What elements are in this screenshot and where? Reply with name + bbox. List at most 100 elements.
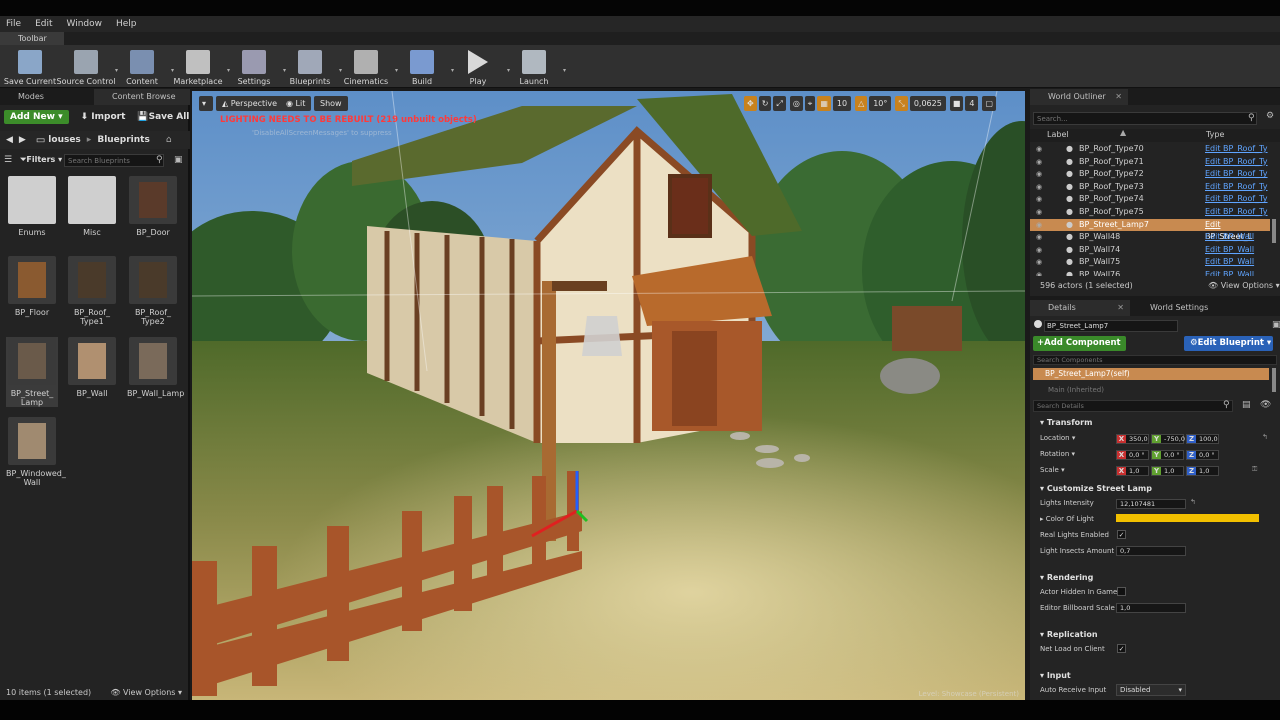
visibility-eye-icon[interactable]: ◉ xyxy=(1036,206,1042,219)
tab-details[interactable]: Details ✕ xyxy=(1030,300,1130,316)
surface-snap-icon[interactable]: ⌖ xyxy=(804,96,816,111)
outliner-row[interactable]: ◉ ● BP_Wall75 Edit BP_Wall xyxy=(1030,256,1270,269)
visibility-eye-icon[interactable]: ◉ xyxy=(1036,156,1042,169)
toolbar-play-button[interactable]: Play ▾ xyxy=(450,45,510,88)
toolbar-build-button[interactable]: Build ▾ xyxy=(394,45,454,88)
grid-snap-icon[interactable]: ▦ xyxy=(817,96,831,111)
location-label[interactable]: Location ▾ xyxy=(1040,434,1075,442)
reset-location-icon[interactable]: ↰ xyxy=(1262,433,1268,441)
visibility-eye-icon[interactable]: ◉ xyxy=(1036,256,1042,269)
lights-intensity-field[interactable]: 12,107481 xyxy=(1116,499,1186,509)
loc-x-field[interactable]: X 350,0 xyxy=(1116,434,1149,444)
show-button[interactable]: Show xyxy=(314,96,348,111)
outliner-row[interactable]: ◉ ● BP_Street_Lamp7 Edit BP_Street_L xyxy=(1030,218,1270,241)
asset-item[interactable]: BP_Roof_ Type1 xyxy=(66,256,118,326)
maximize-icon[interactable]: ▢ xyxy=(982,96,997,111)
asset-item[interactable]: BP_Wall xyxy=(66,337,118,398)
toolbar-save-button[interactable]: Save Current xyxy=(2,45,58,88)
lock-icon[interactable]: ▣ xyxy=(174,155,183,165)
rotation-snap-value[interactable]: 10° xyxy=(869,96,892,111)
breadcrumb-current[interactable]: Blueprints xyxy=(97,135,150,145)
light-color-swatch[interactable] xyxy=(1116,514,1259,522)
grid-size-value[interactable]: 10 xyxy=(832,96,852,111)
search-details-input[interactable] xyxy=(1033,400,1233,412)
outliner-row[interactable]: ◉ ● BP_Roof_Type74 Edit BP_Roof_Ty xyxy=(1030,193,1270,206)
outliner-scrollbar[interactable] xyxy=(1272,219,1276,243)
rotate-icon[interactable]: ↻ xyxy=(758,96,772,111)
visibility-eye-icon[interactable]: ◉ xyxy=(1036,143,1042,156)
actor-name-field[interactable]: BP_Street_Lamp7 xyxy=(1044,320,1178,332)
close-icon[interactable]: ✕ xyxy=(1115,89,1122,105)
component-self-item[interactable]: BP_Street_Lamp7(self) xyxy=(1033,368,1269,380)
outliner-search-input[interactable] xyxy=(1033,112,1257,125)
translate-icon[interactable]: ✥ xyxy=(744,96,757,111)
add-new-button[interactable]: Add New ▾ xyxy=(4,110,69,124)
visibility-eye-icon[interactable]: 👁 xyxy=(1260,400,1271,410)
section-input[interactable]: ▾ Input xyxy=(1032,669,1278,682)
outliner-row[interactable]: ◉ ● BP_Roof_Type71 Edit BP_Roof_Ty xyxy=(1030,156,1270,169)
outliner-row[interactable]: ◉ ● BP_Roof_Type72 Edit BP_Roof_Ty xyxy=(1030,168,1270,181)
scale-snap-icon[interactable]: ⤡ xyxy=(895,96,908,111)
visibility-eye-icon[interactable]: ◉ xyxy=(1036,244,1042,257)
scl-x-field[interactable]: X 1,0 xyxy=(1116,466,1149,476)
toolbar-settings-button[interactable]: Settings ▾ xyxy=(226,45,286,88)
asset-item[interactable]: BP_Roof_ Type2 xyxy=(127,256,179,326)
back-arrow-icon[interactable]: ◀ xyxy=(6,135,13,145)
actor-type-link[interactable]: Edit BP_Roof_Ty xyxy=(1205,156,1268,169)
loc-y-field[interactable]: Y -750,0 xyxy=(1151,434,1185,444)
search-components-input[interactable] xyxy=(1033,355,1277,365)
dropdown-arrow-icon[interactable]: ▾ xyxy=(563,67,566,74)
real-lights-checkbox[interactable]: ✓ xyxy=(1117,530,1126,539)
perspective-button[interactable]: ◭ Perspective xyxy=(216,96,284,111)
asset-item[interactable]: BP_Windowed_ Wall xyxy=(6,417,66,487)
add-component-button[interactable]: +Add Component ▾ xyxy=(1033,336,1126,363)
lock-icon[interactable]: ▣ xyxy=(1272,320,1280,330)
asset-item[interactable]: BP_Street_ Lamp xyxy=(6,337,58,407)
outliner-settings-icon[interactable]: ⚙ xyxy=(1266,111,1274,121)
tab-world-outliner[interactable]: World Outliner ✕ xyxy=(1030,89,1128,105)
visibility-eye-icon[interactable]: ◉ xyxy=(1036,193,1042,206)
outliner-row[interactable]: ◉ ● BP_Roof_Type75 Edit BP_Roof_Ty xyxy=(1030,206,1270,219)
visibility-eye-icon[interactable]: ◉ xyxy=(1036,219,1042,232)
viewport-options-button[interactable]: ▾ xyxy=(199,96,213,111)
camera-speed-icon[interactable]: ■ xyxy=(949,96,964,111)
rot-x-field[interactable]: X 0,0 ° xyxy=(1116,450,1149,460)
tab-modes[interactable]: Modes xyxy=(0,89,90,105)
forward-arrow-icon[interactable]: ▶ xyxy=(19,135,26,145)
lit-button[interactable]: ◉ Lit xyxy=(280,96,312,111)
actor-hidden-checkbox[interactable] xyxy=(1117,587,1126,596)
toolbar-content-button[interactable]: Content ▾ xyxy=(114,45,174,88)
scale-label[interactable]: Scale ▾ xyxy=(1040,466,1065,474)
rot-z-field[interactable]: Z 0,0 ° xyxy=(1186,450,1219,460)
toolbar-tab[interactable]: Toolbar xyxy=(0,32,64,45)
camera-speed-value[interactable]: 4 xyxy=(965,96,979,111)
billboard-scale-field[interactable]: 1,0 xyxy=(1116,603,1186,613)
toggle-sources-icon[interactable]: ☰ xyxy=(4,155,12,165)
level-viewport[interactable]: ▾ ◭ Perspective ◉ Lit Show LIGHTING NEED… xyxy=(192,91,1025,700)
section-transform[interactable]: ▾ Transform xyxy=(1032,416,1278,429)
outliner-row[interactable]: ◉ ● BP_Roof_Type70 Edit BP_Roof_Ty xyxy=(1030,143,1270,156)
lock-scale-icon[interactable]: ⚿ xyxy=(1252,465,1257,474)
actor-type-link[interactable]: Edit BP_Wall xyxy=(1205,269,1254,276)
auto-receive-select[interactable]: Disabled ▾ xyxy=(1116,684,1186,696)
outliner-row[interactable]: ◉ ● BP_Roof_Type73 Edit BP_Roof_Ty xyxy=(1030,181,1270,194)
tab-world-settings[interactable]: World Settings xyxy=(1132,300,1232,316)
scl-y-field[interactable]: Y 1,0 xyxy=(1151,466,1184,476)
outliner-row[interactable]: ◉ ● BP_Wall74 Edit BP_Wall xyxy=(1030,244,1270,257)
asset-item[interactable]: BP_Floor xyxy=(6,256,58,317)
visibility-eye-icon[interactable]: ◉ xyxy=(1036,231,1042,244)
menu-window[interactable]: Window xyxy=(67,19,103,29)
breadcrumb-parent[interactable]: louses xyxy=(48,135,81,145)
toolbar-launch-button[interactable]: Launch ▾ xyxy=(506,45,566,88)
scale-snap-value[interactable]: 0,0625 xyxy=(909,96,946,111)
property-matrix-icon[interactable]: ▤ xyxy=(1242,400,1251,410)
world-space-icon[interactable]: ◎ xyxy=(789,96,803,111)
save-all-button[interactable]: 💾Save All xyxy=(137,112,189,122)
reset-intensity-icon[interactable]: ↰ xyxy=(1190,498,1196,506)
actor-type-link[interactable]: Edit BP_Roof_Ty xyxy=(1205,143,1268,156)
menu-help[interactable]: Help xyxy=(116,19,137,29)
main-inherited-item[interactable]: Main (Inherited) xyxy=(1048,386,1104,394)
actor-type-link[interactable]: Edit BP_Roof_Ty xyxy=(1205,181,1268,194)
net-load-checkbox[interactable]: ✓ xyxy=(1117,644,1126,653)
scale-icon[interactable]: ⤢ xyxy=(773,96,786,111)
